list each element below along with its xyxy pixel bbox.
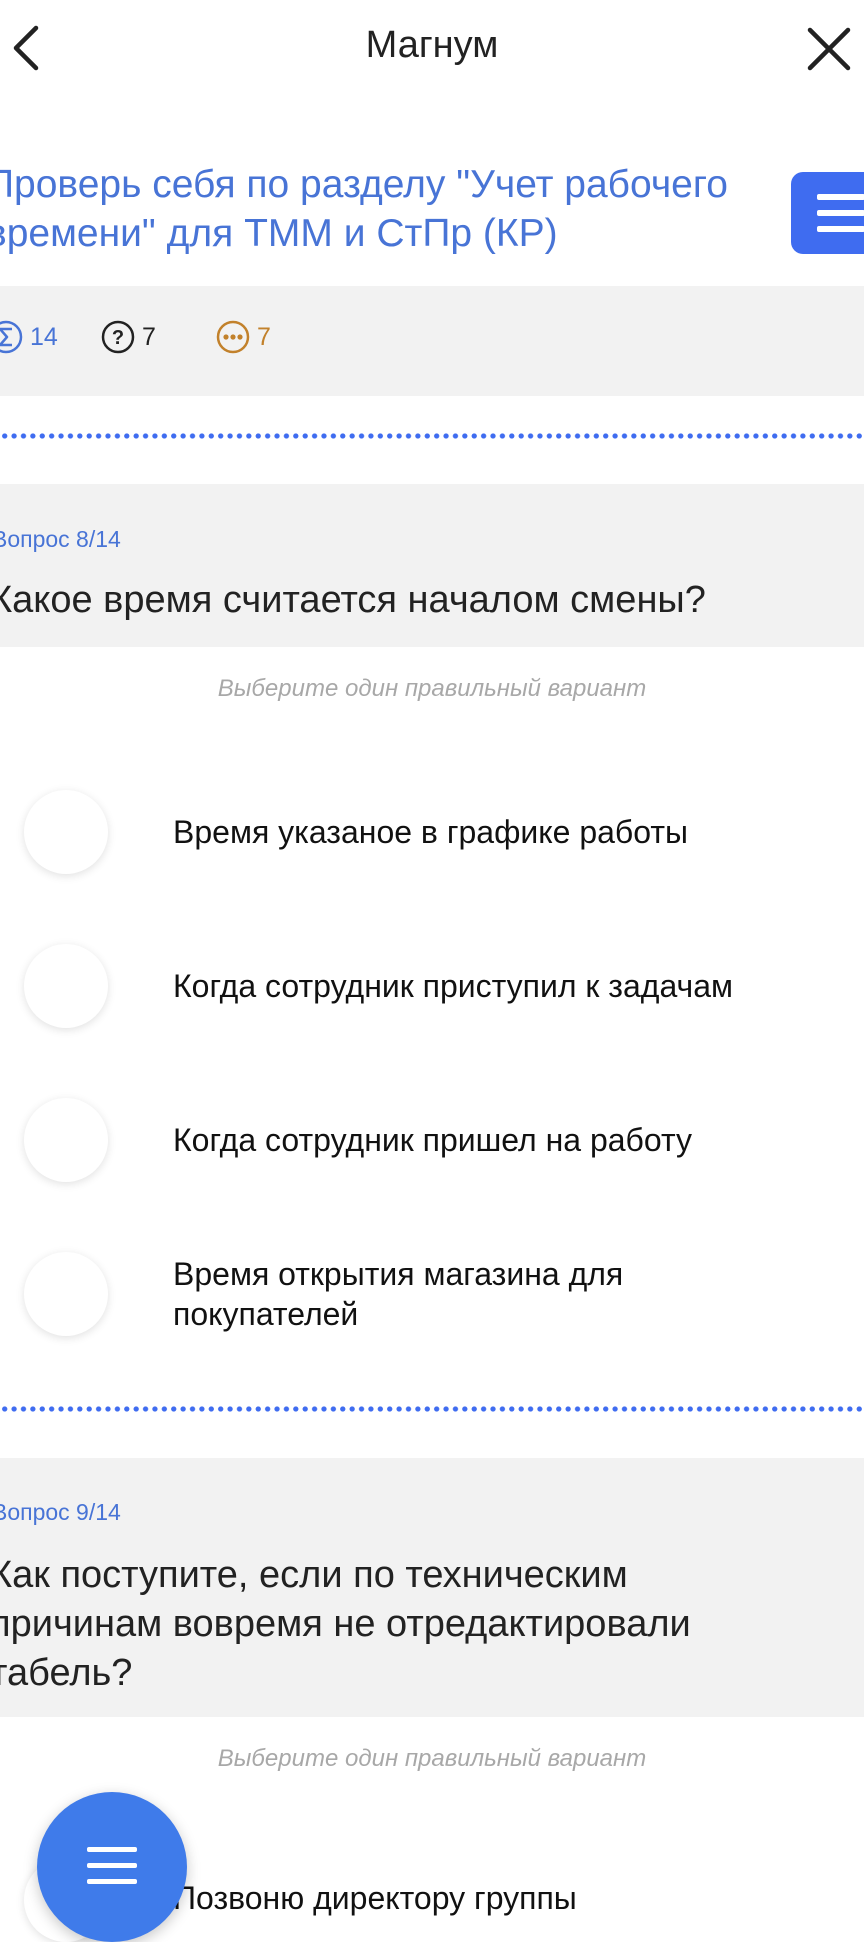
menu-bar: [817, 210, 864, 216]
quiz-title: Проверь себя по разделу "Учет рабочего в…: [0, 160, 786, 258]
menu-bar: [87, 1879, 137, 1884]
dotted-divider: [0, 1406, 864, 1412]
answer-hint: Выберите один правильный вариант: [217, 675, 647, 702]
answer-option-label: Когда сотрудник пришел на работу: [173, 1122, 692, 1158]
svg-text:?: ?: [112, 327, 124, 349]
close-icon[interactable]: [806, 26, 852, 72]
question-text: Какое время считается началом смены?: [0, 579, 706, 621]
question-circle-icon: ?: [101, 320, 135, 354]
stat-total-value: 14: [30, 322, 58, 351]
question-text: Как поступите, если по техническим причи…: [0, 1554, 691, 1694]
quiz-title-line-2: времени" для ТММ и СтПр (КР): [0, 212, 558, 255]
dotted-divider: [0, 433, 864, 439]
menu-bar: [817, 226, 864, 232]
menu-bar: [87, 1847, 137, 1852]
sigma-icon: [0, 320, 23, 354]
stats-panel: 14 ? 7 7: [0, 286, 864, 396]
radio-button[interactable]: [24, 1252, 108, 1336]
radio-button[interactable]: [24, 944, 108, 1028]
radio-button[interactable]: [24, 790, 108, 874]
stat-pending: 7: [215, 319, 271, 355]
menu-tab-button[interactable]: [791, 172, 864, 254]
quiz-title-line-1: Проверь себя по разделу "Учет рабочего: [0, 163, 728, 206]
top-bar: Магнум: [0, 0, 864, 96]
menu-bar: [87, 1863, 137, 1868]
question-block: Вопрос 9/14 Как поступите, если по техни…: [0, 1458, 864, 1717]
answer-hint: Выберите один правильный вариант: [217, 1745, 647, 1772]
question-number: Вопрос 8/14: [0, 526, 121, 552]
stat-total: 14: [0, 319, 58, 355]
radio-button[interactable]: [24, 1098, 108, 1182]
answer-option-label: Когда сотрудник приступил к задачам: [173, 968, 733, 1004]
more-circle-icon: [216, 320, 250, 354]
answer-option-label: Время открытия магазина для покупателей: [173, 1256, 624, 1332]
menu-bar: [817, 194, 864, 200]
question-number: Вопрос 9/14: [0, 1499, 121, 1525]
answer-option-label: Позвоню директору группы: [173, 1880, 577, 1916]
answer-option-label: Время указаное в графике работы: [173, 814, 688, 850]
app-title: Магнум: [365, 24, 499, 66]
stat-unanswered: ? 7: [100, 319, 156, 355]
stat-pending-value: 7: [257, 322, 271, 351]
stat-unanswered-value: 7: [142, 322, 156, 351]
question-block: Вопрос 8/14 Какое время считается начало…: [0, 484, 864, 647]
